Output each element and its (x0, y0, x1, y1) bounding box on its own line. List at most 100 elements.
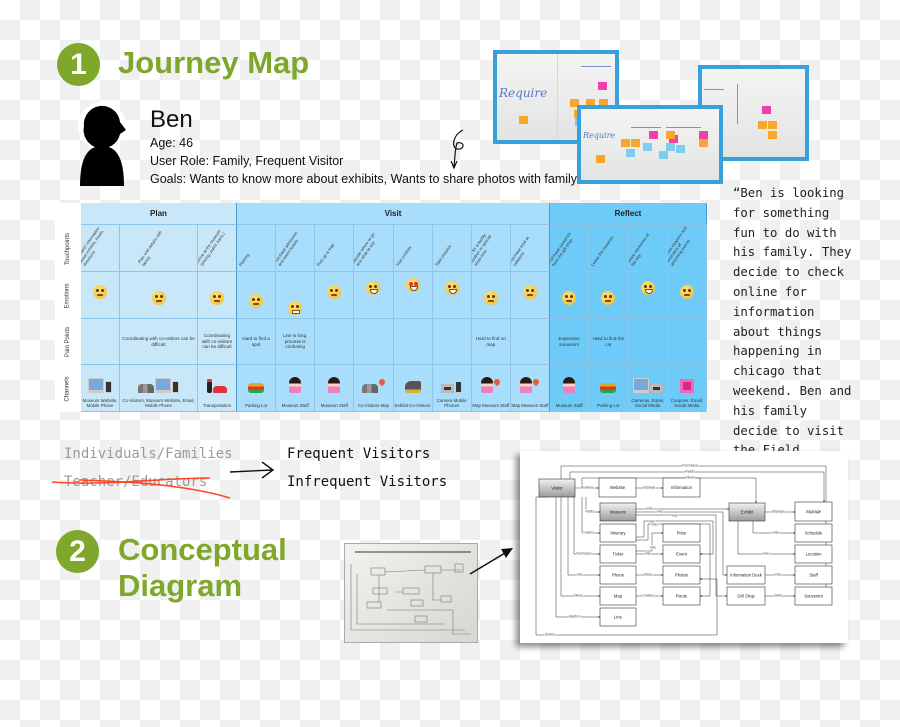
channel-label: Parking Lot (597, 402, 620, 408)
emotion-cell (471, 272, 511, 319)
diagram-node-prize: Prize (662, 523, 701, 543)
arrow-right-icon (229, 461, 275, 479)
channel-label: Parking Lot (244, 402, 268, 408)
diagram-edge-label: Browses (581, 485, 594, 489)
pain-point-cell: Coordinating with co-visitors can be dif… (198, 319, 237, 365)
channel-cell: Coupons, Email, Social Media (667, 365, 707, 412)
touchpoint-text: Research information about exhibits, hou… (81, 225, 105, 267)
diagram-node-souvenirs: Souvenirs (794, 586, 833, 606)
diagram-node-label: Phone (612, 573, 625, 578)
diagram-node-website: Website (598, 477, 637, 498)
diagram-edge (737, 521, 796, 555)
channel-label: Museum Website, Mobile Phone (82, 397, 118, 408)
diagram-node-label: Staff (809, 573, 818, 578)
channel-cell: Museum Staff (276, 365, 316, 412)
diagram-edge-label: Has (763, 551, 769, 555)
section-title: Journey Map (118, 45, 310, 80)
diagram-edge-label: Has (775, 572, 781, 576)
camera-icon (441, 384, 455, 393)
touchpoint-cell: Purchase admission and event tickets (276, 225, 316, 272)
dinosaur-icon (404, 381, 421, 393)
staff-icon (328, 377, 341, 393)
pain-point-cell (628, 319, 668, 365)
staff-icon (289, 377, 302, 393)
diagram-edge-label: Displays (772, 509, 784, 513)
channel-cell: Museum Staff (550, 365, 590, 412)
emotion-cell (81, 272, 120, 319)
emotion-flushed-icon (601, 291, 616, 305)
channel-cell: Transportation (198, 365, 237, 412)
channel-cell: Co-Visitors Map (354, 365, 394, 412)
diagram-node-label: Schedule (805, 531, 823, 536)
channel-cell: Camera Mobile Phones (432, 365, 472, 412)
diagram-node-line: Line (599, 607, 637, 627)
channel-cell: Exhibit Co-Visitors (393, 365, 433, 412)
map-pin-icon (377, 377, 387, 393)
diagram-canvas: Visitor Website Information Museum Exhibit Si… (535, 463, 833, 637)
diagram-edge-label: Views (574, 593, 583, 597)
touchpoint-text: Pick up a map (316, 242, 336, 267)
computer-icon (88, 378, 104, 393)
pain-point-cell (432, 319, 472, 365)
touchpoint-cell: Visit exhibits (393, 225, 433, 272)
emotion-flushed-icon (483, 291, 498, 305)
diagram-edge-label: Visits (586, 509, 594, 513)
touchpoint-cell: Pick up a map (315, 225, 355, 272)
touchpoint-text: Purchase admission and event tickets (276, 230, 300, 267)
diagram-edge-label: Has (577, 572, 583, 576)
diagram-edge-label: Has (650, 545, 656, 549)
pain-point-cell: Hard to find the car (589, 319, 629, 365)
pain-point-cell: Hard to find a spot (237, 319, 277, 365)
mobile-phone-icon (105, 381, 112, 393)
touchpoint-cell: Purchase food at cafeteria (510, 225, 550, 272)
diagram-node-label: Gift Shop (737, 594, 755, 599)
touchpoint-text: Share memories of the day (628, 232, 650, 267)
scribble-arrow-icon (450, 129, 464, 170)
sketch-drawing (350, 551, 471, 635)
touchpoint-text: Arrive at the museum (driving, public tr… (198, 228, 226, 267)
computer-icon (632, 378, 649, 393)
channel-cell: Parking Lot (237, 365, 277, 412)
row-label-emotions: Emotions (64, 282, 71, 309)
diagram-edge-label: Reads (685, 469, 695, 473)
diagram-edge-label: Sells (775, 593, 782, 597)
coupon-icon (679, 379, 694, 393)
channel-label: Museum Staff (320, 402, 348, 408)
touchpoint-text: Decide where to go and what to see (354, 231, 377, 267)
diagram-edge-label: Takes (644, 572, 653, 576)
diagram-node-label: Itinerary (610, 531, 626, 536)
diagram-node-label: Website (610, 485, 626, 490)
staff-icon (481, 377, 494, 393)
emotion-cell (589, 272, 629, 319)
diagram-node-map: Map (599, 586, 637, 606)
staff-icon (520, 377, 533, 393)
diagram-node-label: Exhibit (741, 510, 754, 515)
emotion-cell (393, 272, 433, 319)
channel-label: Exhibit Co-Visitors (394, 402, 431, 408)
diagram-edge-label: Has (652, 522, 658, 526)
emotion-grinning-icon (444, 281, 459, 296)
diagram-edge-label: Has (773, 530, 779, 534)
channel-label: Cameras, Email, Social Media (631, 397, 664, 408)
emotion-cell (628, 272, 668, 319)
emotion-relieved-icon (522, 284, 537, 299)
diagram-node-event: Event (662, 544, 701, 564)
touchpoint-cell: Receive coupons and reminders of upcomin… (667, 225, 707, 272)
arrow-icon (469, 548, 513, 575)
map-pin-icon (493, 377, 502, 393)
computer-icon (155, 378, 171, 393)
diagram-node-itinerary: Itinerary (599, 523, 637, 543)
strikethrough-mark (51, 477, 231, 499)
touchpoint-cell: Decide where to go and what to see (354, 225, 394, 272)
emotion-flushed-icon (151, 291, 166, 305)
diagram-edge-label: Shares (545, 632, 556, 636)
touchpoint-text: Parking (237, 252, 251, 267)
pain-point-cell: Expensive souvenirs (550, 319, 590, 365)
touchpoint-text: Look for a facility location or special … (471, 232, 492, 267)
touchpoint-text: Visit exhibits (394, 245, 412, 267)
diagram-edge-label: Creates (642, 593, 654, 597)
emotion-persevering-icon (288, 300, 303, 315)
diagram-node-label: Signage (806, 509, 822, 514)
section-number-badge: 2 (56, 530, 99, 573)
touchpoint-text: Plan visit details with family (136, 229, 163, 267)
